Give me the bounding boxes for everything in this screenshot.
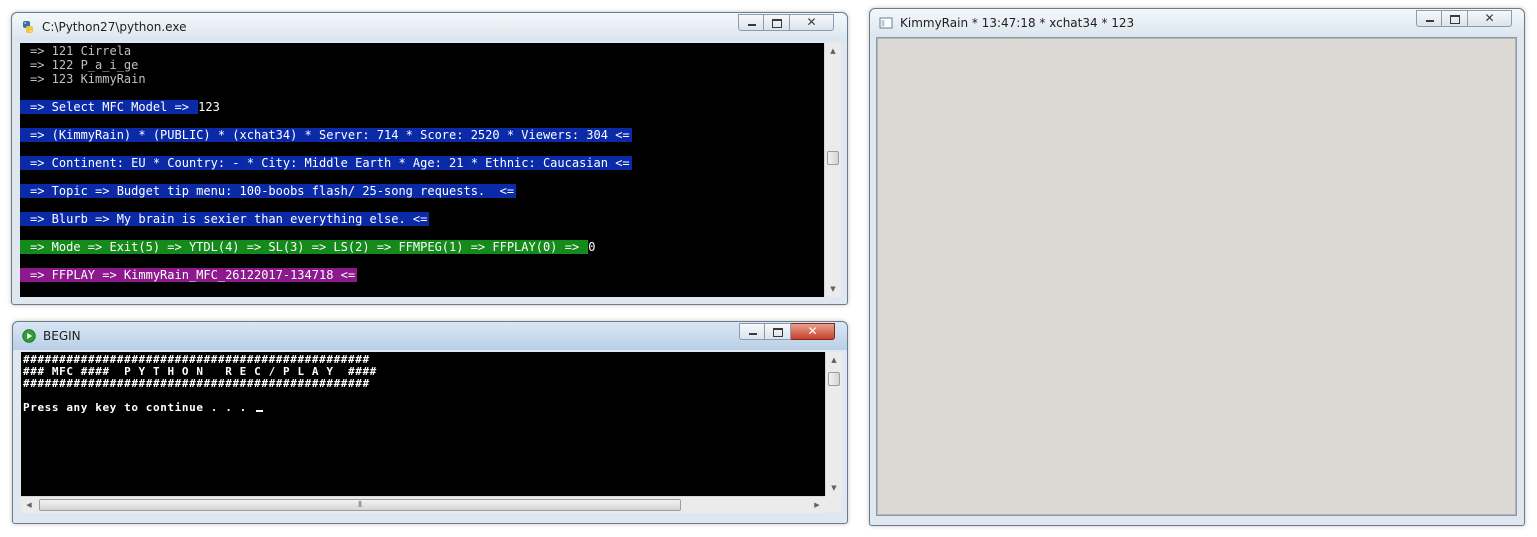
caption-buttons: ✕ xyxy=(739,323,835,341)
continue-prompt: Press any key to continue . . . xyxy=(23,401,255,414)
select-model-value: 123 xyxy=(198,100,220,114)
scroll-up-arrow-icon[interactable]: ▲ xyxy=(825,43,841,59)
begin-console-output[interactable]: ########################################… xyxy=(21,352,833,496)
ffplay-line: => FFPLAY => KimmyRain_MFC_26122017-1347… xyxy=(20,268,358,282)
model-list-item: => 121 Cirrela xyxy=(30,44,132,58)
scroll-down-arrow-icon[interactable]: ▼ xyxy=(826,480,842,496)
select-model-line: => Select MFC Model => 123 xyxy=(20,100,220,114)
blurb-line: => Blurb => My brain is sexier than ever… xyxy=(20,212,430,226)
ffplay-text: => FFPLAY => KimmyRain_MFC_26122017-1347… xyxy=(20,268,358,282)
scroll-up-arrow-icon[interactable]: ▲ xyxy=(826,352,842,368)
minimize-button[interactable] xyxy=(739,323,765,340)
minimize-icon xyxy=(748,24,756,26)
location-line: => Continent: EU * Country: - * City: Mi… xyxy=(20,156,632,170)
vertical-scrollbar[interactable]: ▲ ▼ xyxy=(825,352,842,496)
close-button[interactable]: ✕ xyxy=(791,323,835,340)
close-button[interactable]: ✕ xyxy=(790,14,834,31)
topic-text: => Topic => Budget tip menu: 100-boobs f… xyxy=(20,184,517,198)
scroll-thumb[interactable] xyxy=(828,372,840,386)
maximize-icon xyxy=(773,328,783,337)
close-icon: ✕ xyxy=(806,15,817,29)
continue-prompt-line: Press any key to continue . . . xyxy=(23,401,264,414)
model-info-line: => (KimmyRain) * (PUBLIC) * (xchat34) * … xyxy=(20,128,632,142)
blurb-text: => Blurb => My brain is sexier than ever… xyxy=(20,212,430,226)
video-frame[interactable] xyxy=(876,37,1517,516)
topic-line: => Topic => Budget tip menu: 100-boobs f… xyxy=(20,184,517,198)
begin-console-window: BEGIN ✕ ################################… xyxy=(12,321,848,524)
model-list-item: => 122 P_a_i_ge xyxy=(30,58,139,72)
close-button[interactable]: ✕ xyxy=(1468,10,1512,27)
close-icon: ✕ xyxy=(807,324,818,338)
python-icon xyxy=(23,21,33,33)
python-console-output[interactable]: => 121 Cirrela => 122 P_a_i_ge => 123 Ki… xyxy=(20,43,832,297)
maximize-button[interactable] xyxy=(765,323,791,340)
caption-buttons: ✕ xyxy=(1416,10,1512,28)
mode-prompt: => Mode => Exit(5) => YTDL(4) => SL(3) =… xyxy=(20,240,589,254)
python-console-window: C:\Python27\python.exe ✕ => 121 Cirrela … xyxy=(11,12,848,305)
scroll-right-arrow-icon[interactable]: ▶ xyxy=(809,497,825,513)
window-title: C:\Python27\python.exe xyxy=(42,20,187,34)
video-titlebar[interactable]: KimmyRain * 13:47:18 * xchat34 * 123 ✕ xyxy=(870,9,1524,37)
model-info-text: => (KimmyRain) * (PUBLIC) * (xchat34) * … xyxy=(20,128,632,142)
text-cursor xyxy=(256,410,264,412)
window-title: BEGIN xyxy=(43,329,81,343)
mode-line: => Mode => Exit(5) => YTDL(4) => SL(3) =… xyxy=(20,240,596,254)
close-icon: ✕ xyxy=(1484,11,1495,25)
vertical-scrollbar[interactable]: ▲ ▼ xyxy=(824,43,841,297)
location-text: => Continent: EU * Country: - * City: Mi… xyxy=(20,156,632,170)
green-play-icon xyxy=(22,329,36,343)
maximize-button[interactable] xyxy=(764,14,790,31)
video-window: KimmyRain * 13:47:18 * xchat34 * 123 ✕ xyxy=(869,8,1525,526)
scroll-left-arrow-icon[interactable]: ◀ xyxy=(21,497,37,513)
begin-titlebar[interactable]: BEGIN ✕ xyxy=(13,322,847,350)
scroll-thumb[interactable] xyxy=(827,151,839,165)
video-window-icon xyxy=(879,17,893,29)
maximize-button[interactable] xyxy=(1442,10,1468,27)
python-titlebar[interactable]: C:\Python27\python.exe ✕ xyxy=(12,13,847,41)
select-model-prompt: => Select MFC Model => xyxy=(20,100,199,114)
model-list-item: => 123 KimmyRain xyxy=(30,72,146,86)
minimize-button[interactable] xyxy=(738,14,764,31)
window-title: KimmyRain * 13:47:18 * xchat34 * 123 xyxy=(900,16,1135,30)
mode-value: 0 xyxy=(588,240,596,254)
horizontal-scrollbar[interactable]: ◀ ⦀ ▶ xyxy=(21,496,825,513)
maximize-icon xyxy=(772,19,782,28)
minimize-icon xyxy=(1426,20,1434,22)
horizontal-scroll-thumb[interactable]: ⦀ xyxy=(39,499,681,511)
banner-border-bottom: ########################################… xyxy=(23,377,370,390)
size-grip[interactable] xyxy=(825,496,841,512)
video-placeholder xyxy=(877,38,1516,515)
minimize-icon xyxy=(749,333,757,335)
scroll-down-arrow-icon[interactable]: ▼ xyxy=(825,281,841,297)
minimize-button[interactable] xyxy=(1416,10,1442,27)
maximize-icon xyxy=(1450,15,1460,24)
caption-buttons: ✕ xyxy=(738,14,834,32)
